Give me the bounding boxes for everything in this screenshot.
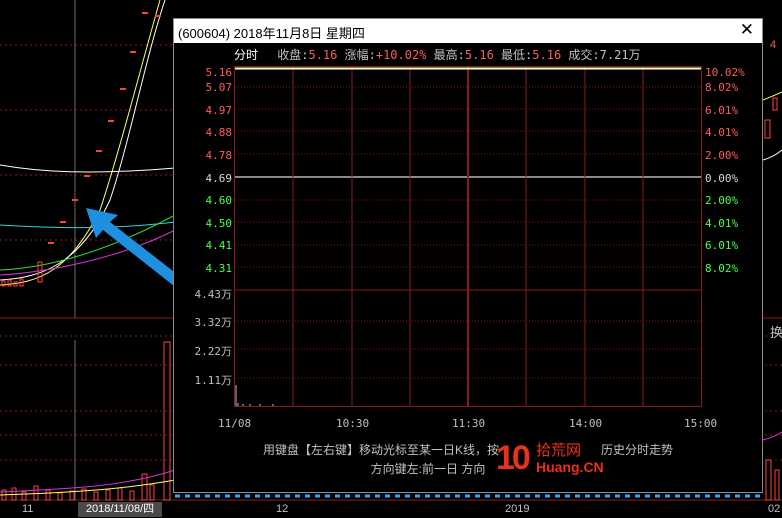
change-value: +10.02% (375, 48, 427, 62)
volume-axis-label: 4.43万 (194, 288, 233, 301)
intraday-chart[interactable] (234, 66, 702, 407)
intraday-dialog[interactable]: (600604) 2018年11月8日 星期四 ✕ 分时 收盘:5.16 涨幅:… (173, 18, 763, 493)
quote-info-bar: 分时 收盘:5.16 涨幅:+10.02% 最高:5.16 最低:5.16 成交… (234, 46, 641, 63)
price-label: 4.60 (205, 194, 233, 207)
time-label: 10:30 (336, 417, 370, 430)
x-axis-label: 2019 (505, 503, 530, 515)
low-value: 5.16 (532, 48, 562, 62)
price-label: 4.78 (205, 149, 233, 162)
annotation-arrow (86, 208, 182, 286)
time-label: 11/08 (218, 417, 252, 430)
volume-axis-label: 2.22万 (194, 345, 233, 358)
volume-label: 成交: (568, 48, 600, 62)
pct-label: 8.02% (705, 81, 739, 94)
price-label: 4.97 (205, 104, 233, 117)
hint-text-tail: 历史分时走势 (601, 443, 674, 457)
low-label: 最低: (501, 48, 533, 62)
pct-label: 0.00% (705, 172, 739, 185)
price-label: 5.07 (205, 81, 233, 94)
pct-label: 4.01% (705, 126, 739, 139)
pct-label: 8.02% (705, 262, 739, 275)
site-watermark-logo: 10 拾荒网 Huang.CN (496, 439, 604, 479)
high-label: 最高: (433, 48, 465, 62)
x-axis-label: 11 (22, 503, 34, 515)
cursor-date-label: 2018/11/08/四 (78, 502, 162, 517)
watermark-cn: 拾荒网 (536, 439, 582, 460)
volume-axis-label: 1.11万 (194, 374, 233, 387)
hint-text: 用键盘【左右键】移动光标至某一日K线，按 (262, 443, 499, 457)
side-partial-number: 4 (770, 39, 777, 51)
close-price-label: 收盘: (277, 48, 309, 62)
hint-line-2: 方向键左:前一日 方向 (370, 462, 486, 476)
watermark-number: 10 (496, 439, 531, 477)
price-label: 4.69 (205, 172, 233, 185)
tab-intraday[interactable]: 分时 (234, 48, 258, 62)
volume-value: 7.21万 (599, 48, 641, 62)
price-label: 4.50 (205, 217, 233, 230)
price-label: 5.16 (205, 66, 233, 79)
time-label: 15:00 (684, 417, 718, 430)
price-label: 4.41 (205, 239, 233, 252)
dialog-titlebar[interactable]: (600604) 2018年11月8日 星期四 ✕ (174, 19, 762, 43)
pct-label: 6.01% (705, 104, 739, 117)
close-price-value: 5.16 (308, 48, 338, 62)
change-label: 涨幅: (344, 48, 376, 62)
time-label: 14:00 (569, 417, 603, 430)
pct-label: 6.01% (705, 239, 739, 252)
x-axis-label: 12 (276, 503, 289, 515)
pct-label: 4.01% (705, 217, 739, 230)
high-value: 5.16 (464, 48, 494, 62)
pct-label: 2.00% (705, 194, 739, 207)
side-partial-label: 换 (770, 325, 782, 340)
x-axis-label: 02 (768, 503, 781, 515)
pct-label: 10.02% (705, 66, 745, 79)
price-label: 4.31 (205, 262, 233, 275)
dialog-title: (600604) 2018年11月8日 星期四 (178, 26, 365, 41)
close-icon[interactable]: ✕ (740, 20, 754, 40)
price-label: 4.88 (205, 126, 233, 139)
hint-line-1: 用键盘【左右键】移动光标至某一日K线，按 历史分时走势 (174, 441, 762, 458)
volume-axis-label: 3.32万 (194, 316, 233, 329)
time-label: 11:30 (452, 417, 486, 430)
pct-label: 2.00% (705, 149, 739, 162)
watermark-en: Huang.CN (536, 459, 604, 475)
intraday-chart-svg (235, 67, 701, 406)
